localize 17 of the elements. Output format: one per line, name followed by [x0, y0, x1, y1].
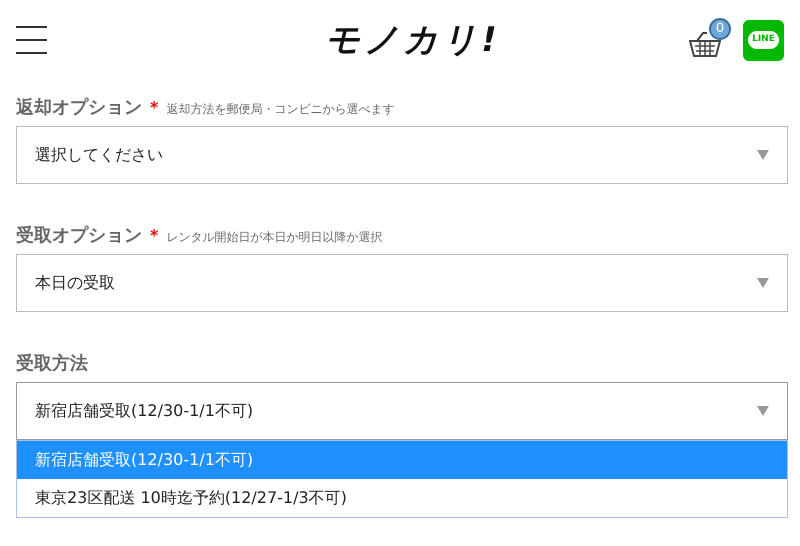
required-asterisk: * — [150, 97, 158, 119]
dropdown-arrow-icon — [757, 150, 769, 160]
select-field[interactable]: 新宿店舗受取(12/30-1/1不可) — [16, 382, 788, 440]
field-label: 受取オプション — [16, 224, 142, 248]
logo[interactable]: モノカリ! — [325, 14, 501, 66]
field-hint: レンタル開始日が本日か明日以降か選択 — [166, 229, 382, 246]
select-field[interactable]: 本日の受取 — [16, 254, 788, 312]
dropdown-arrow-icon — [757, 278, 769, 288]
select-field[interactable]: 選択してください — [16, 126, 788, 184]
dropdown-arrow-icon — [757, 406, 769, 416]
basket-icon[interactable] — [688, 32, 721, 58]
field-label: 返却オプション — [16, 96, 142, 120]
cart-count-badge: 0 — [708, 18, 731, 40]
required-asterisk: * — [150, 225, 158, 247]
field-label: 受取方法 — [16, 352, 88, 376]
menu-icon[interactable] — [16, 26, 47, 54]
field-hint: 返却方法を郵便局・コンビニから選べます — [166, 101, 394, 118]
